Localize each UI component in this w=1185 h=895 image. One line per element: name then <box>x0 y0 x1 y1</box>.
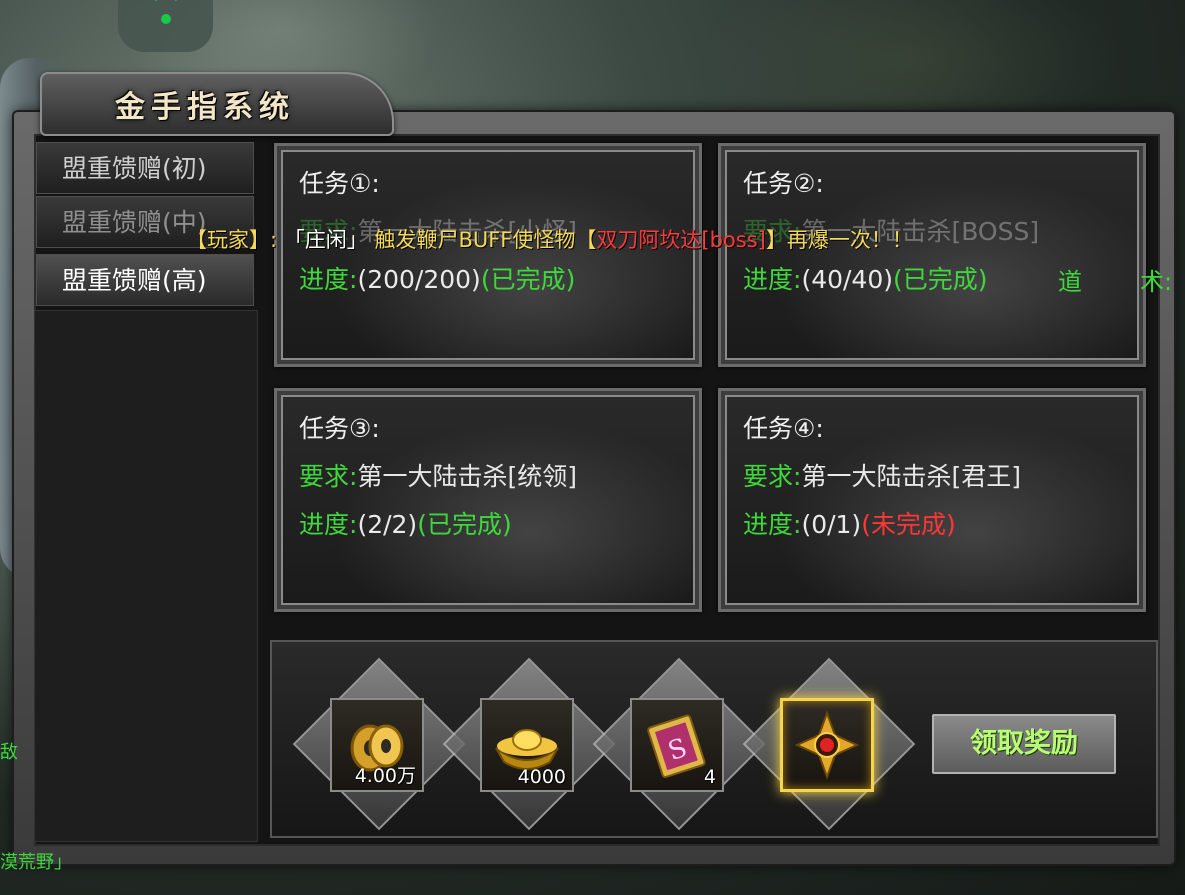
task-header: 任务①: <box>299 169 380 198</box>
system-broadcast: 【玩家】: 「庄闲」 触发鞭尸BUFF使怪物【双刀阿坎达[boss]】再爆一次！… <box>186 222 913 258</box>
task-progress: 进度:(200/200)(已完成) <box>299 260 575 296</box>
tab-gift-beginner[interactable]: 盟重馈赠(初) <box>36 142 254 194</box>
reward-quantity: 4000 <box>517 766 566 788</box>
prog-value: (40/40) <box>801 265 893 294</box>
status-badge: (已完成) <box>417 510 512 539</box>
tab-gift-advanced[interactable]: 盟重馈赠(高) <box>36 254 254 306</box>
broadcast-boss: 双刀阿坎达[boss] <box>596 228 766 252</box>
task-card-3: 任务③: 要求:第一大陆击杀[统领] 进度:(2/2)(已完成) <box>274 388 702 612</box>
broadcast-action: 触发鞭尸BUFF使怪物【 <box>374 228 597 252</box>
reward-quantity: 4 <box>703 766 716 788</box>
status-badge: (已完成) <box>893 265 988 294</box>
reward-quantity: 4.00万 <box>354 765 416 787</box>
req-value: 第一大陆击杀[君王] <box>801 462 1021 491</box>
broadcast-suffix: 】再爆一次！！ <box>765 228 913 252</box>
task-progress: 进度:(40/40)(已完成) <box>743 260 988 296</box>
broadcast-player: 「庄闲」 <box>283 228 368 252</box>
req-label: 要求: <box>743 462 802 491</box>
task-header: 任务④: <box>743 414 824 443</box>
reward-slot-4[interactable] <box>780 698 874 792</box>
tab-label: 盟重馈赠(中) <box>62 208 207 237</box>
task-requirement: 要求:第一大陆击杀[统领] <box>299 457 577 493</box>
status-badge: (已完成) <box>480 265 576 294</box>
panel-title: 金手指系统 <box>115 90 295 125</box>
claim-reward-button[interactable]: 领取奖励 <box>932 714 1116 774</box>
stat-label-shu: 术: <box>1140 268 1173 296</box>
prog-value: (200/200) <box>357 265 481 294</box>
task-header: 任务②: <box>743 169 824 198</box>
reward-slot-2[interactable]: 4000 <box>480 698 574 792</box>
edge-text: 漠荒野」 <box>0 852 72 873</box>
wifi-icon <box>143 0 189 30</box>
status-badge: (未完成) <box>861 510 956 539</box>
req-value: 第一大陆击杀[统领] <box>357 462 577 491</box>
reward-slot-1[interactable]: 4.00万 <box>330 698 424 792</box>
jewel-emblem-icon <box>794 710 860 780</box>
prog-label: 进度: <box>299 265 358 294</box>
task-header: 任务③: <box>299 414 380 443</box>
task-card-4: 任务④: 要求:第一大陆击杀[君王] 进度:(0/1)(未完成) <box>718 388 1146 612</box>
prog-label: 进度: <box>743 265 802 294</box>
tab-label: 盟重馈赠(初) <box>62 154 207 183</box>
reward-slot-3[interactable]: S 4 <box>630 698 724 792</box>
sidebar-panel <box>34 310 258 842</box>
stat-label-dao: 道 <box>1058 268 1082 296</box>
prog-label: 进度: <box>299 510 358 539</box>
prog-value: (2/2) <box>357 510 418 539</box>
prog-label: 进度: <box>743 510 802 539</box>
edge-text: 敌 <box>0 742 18 763</box>
broadcast-prefix: 【玩家】: <box>186 228 278 252</box>
req-label: 要求: <box>299 462 358 491</box>
tab-label: 盟重馈赠(高) <box>62 266 207 295</box>
task-progress: 进度:(0/1)(未完成) <box>743 505 956 541</box>
task-progress: 进度:(2/2)(已完成) <box>299 505 512 541</box>
task-requirement: 要求:第一大陆击杀[君王] <box>743 457 1021 493</box>
prog-value: (0/1) <box>801 510 862 539</box>
